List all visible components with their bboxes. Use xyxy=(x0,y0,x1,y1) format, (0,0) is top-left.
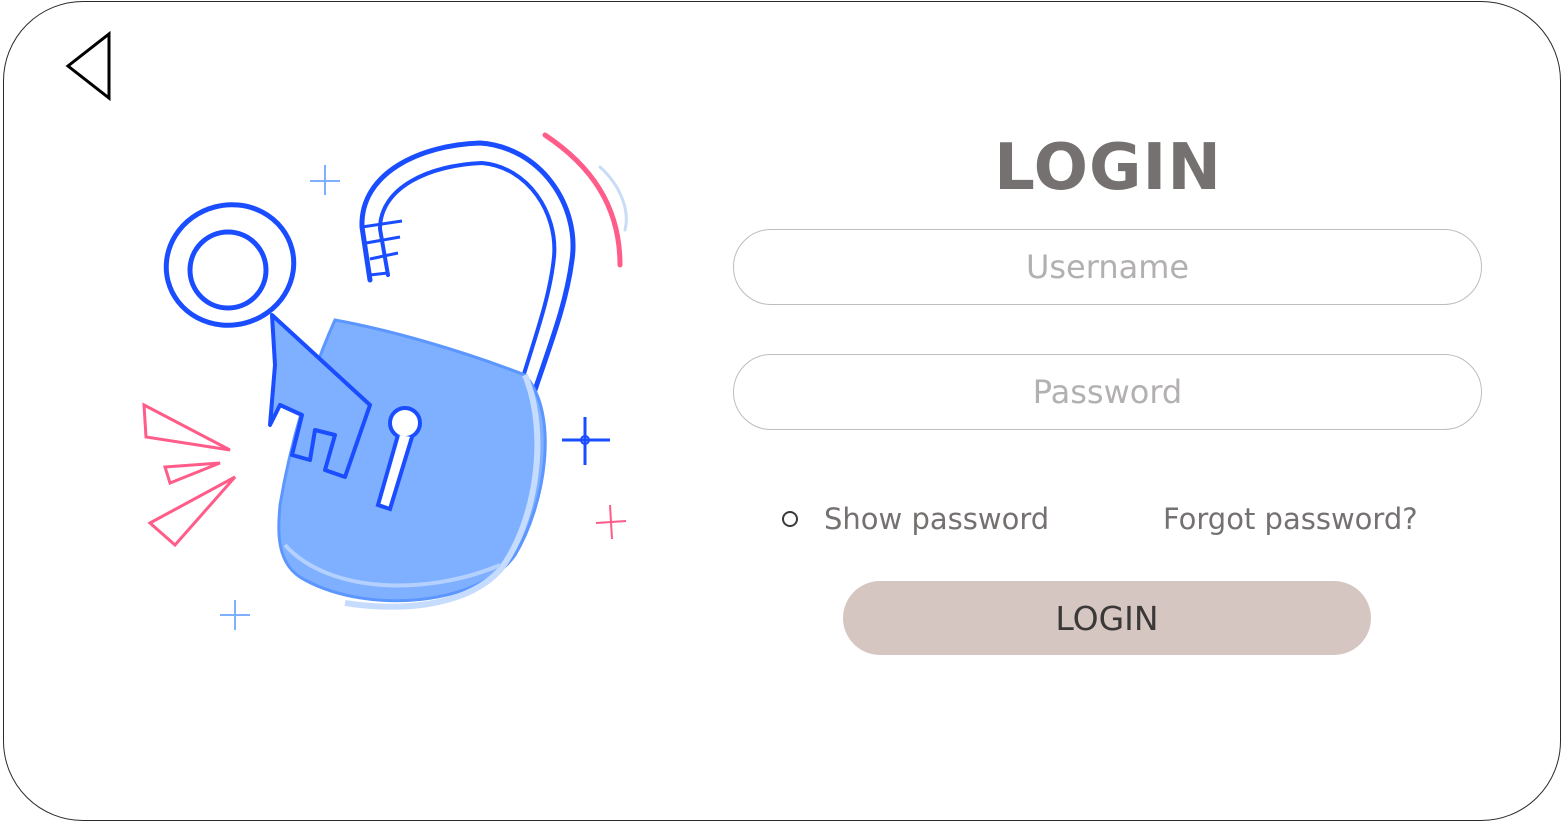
key-bow xyxy=(163,202,297,328)
password-input[interactable] xyxy=(733,354,1482,430)
back-button[interactable] xyxy=(62,30,116,104)
show-password-toggle[interactable]: Show password xyxy=(782,498,1049,540)
keyhole xyxy=(388,406,422,440)
unlocked-padlock-illustration xyxy=(142,132,628,630)
show-password-label: Show password xyxy=(824,502,1050,536)
back-triangle-icon xyxy=(65,30,111,102)
forgot-password-link[interactable]: Forgot password? xyxy=(1163,498,1418,540)
page-title: LOGIN xyxy=(994,131,1222,205)
login-button[interactable]: LOGIN xyxy=(843,581,1371,655)
show-password-radio[interactable] xyxy=(782,511,798,527)
username-input[interactable] xyxy=(733,229,1482,305)
